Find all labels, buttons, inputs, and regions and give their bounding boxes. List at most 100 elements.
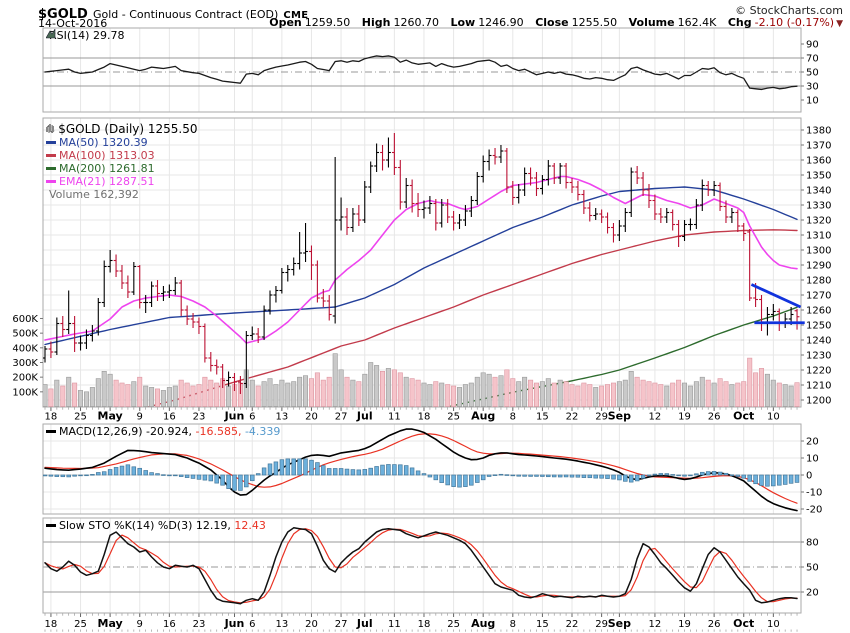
svg-text:18: 18 xyxy=(45,619,58,630)
svg-text:11: 11 xyxy=(388,412,401,423)
svg-text:18: 18 xyxy=(418,619,431,630)
svg-text:10: 10 xyxy=(767,412,780,423)
svg-text:400K: 400K xyxy=(12,343,38,354)
volume-axis-labels: 600K500K400K300K200K100K xyxy=(12,314,43,398)
price-legend-overlay-ma50: MA(50) 1320.39 xyxy=(46,136,198,149)
svg-text:1330: 1330 xyxy=(806,201,831,212)
macd-signal-value: -16.585, xyxy=(192,425,241,438)
svg-text:1340: 1340 xyxy=(806,186,831,197)
close-label: Close xyxy=(535,16,568,29)
svg-text:1200: 1200 xyxy=(806,396,831,407)
chg-label: Chg xyxy=(728,16,752,29)
svg-text:6: 6 xyxy=(249,619,255,630)
rsi-panel: 9070503010 xyxy=(43,28,819,112)
svg-text:600K: 600K xyxy=(12,314,38,325)
stockcharts-chart: 9070503010138013701360135013401330132013… xyxy=(0,0,850,633)
svg-text:19: 19 xyxy=(678,619,691,630)
svg-text:Aug: Aug xyxy=(471,617,495,630)
svg-text:10: 10 xyxy=(806,96,819,107)
svg-text:12: 12 xyxy=(649,619,662,630)
low-label: Low xyxy=(450,16,475,29)
price-legend: ⇅$GOLD (Daily) 1255.50 MA(50) 1320.39MA(… xyxy=(46,123,198,201)
svg-text:1220: 1220 xyxy=(806,366,831,377)
svg-text:9: 9 xyxy=(137,619,143,630)
svg-text:11: 11 xyxy=(388,619,401,630)
open-label: Open xyxy=(269,16,302,29)
sto-legend: Slow STO %K(14) %D(3) 12.19, 12.43 xyxy=(46,519,266,532)
macd-legend-name: MACD(12,26,9) xyxy=(59,425,143,438)
sto-panel: 805020 xyxy=(43,518,819,613)
ema21-line-swatch-icon xyxy=(46,180,56,183)
open-value: 1259.50 xyxy=(305,16,351,29)
svg-text:Aug: Aug xyxy=(471,410,495,423)
svg-text:1380: 1380 xyxy=(806,126,831,137)
chart-canvas: 9070503010138013701360135013401330132013… xyxy=(0,0,850,633)
overlay-legend-rows: MA(50) 1320.39MA(100) 1313.03MA(200) 126… xyxy=(46,136,198,188)
svg-text:May: May xyxy=(98,617,123,630)
svg-text:-10: -10 xyxy=(806,488,822,499)
svg-text:1290: 1290 xyxy=(806,261,831,272)
macd-hist-value: -4.339 xyxy=(241,425,280,438)
svg-text:22: 22 xyxy=(566,412,579,423)
svg-text:12: 12 xyxy=(649,412,662,423)
quote-bar: Open1259.50 High1260.70 Low1246.90 Close… xyxy=(261,16,843,29)
svg-text:25: 25 xyxy=(74,412,87,423)
high-label: High xyxy=(362,16,391,29)
svg-text:May: May xyxy=(98,410,123,423)
svg-text:1280: 1280 xyxy=(806,276,831,287)
svg-text:15: 15 xyxy=(536,619,549,630)
svg-text:20: 20 xyxy=(806,437,819,448)
svg-text:27: 27 xyxy=(335,619,348,630)
svg-text:25: 25 xyxy=(74,619,87,630)
rsi-legend-label: RSI(14) 29.78 xyxy=(49,29,124,42)
svg-text:-20: -20 xyxy=(806,505,822,516)
svg-text:10: 10 xyxy=(806,454,819,465)
svg-text:Sep: Sep xyxy=(608,617,631,630)
svg-text:1250: 1250 xyxy=(806,321,831,332)
svg-text:18: 18 xyxy=(418,412,431,423)
svg-text:1370: 1370 xyxy=(806,141,831,152)
sto-legend-name: Slow STO %K(14) %D(3) xyxy=(59,519,192,532)
svg-text:90: 90 xyxy=(806,40,819,51)
svg-text:Sep: Sep xyxy=(608,410,631,423)
low-value: 1246.90 xyxy=(478,16,524,29)
svg-text:1320: 1320 xyxy=(806,216,831,227)
svg-text:8: 8 xyxy=(510,412,516,423)
ma100-line-swatch-icon xyxy=(46,154,56,157)
svg-text:26: 26 xyxy=(708,412,721,423)
price-legend-overlay-ma200: MA(200) 1261.81 xyxy=(46,162,198,175)
svg-text:18: 18 xyxy=(45,412,58,423)
svg-text:1230: 1230 xyxy=(806,351,831,362)
svg-text:26: 26 xyxy=(708,619,721,630)
close-value: 1255.50 xyxy=(572,16,618,29)
svg-text:Jun: Jun xyxy=(224,617,245,630)
svg-text:1360: 1360 xyxy=(806,156,831,167)
svg-text:500K: 500K xyxy=(12,329,38,340)
price-legend-title-row: ⇅$GOLD (Daily) 1255.50 xyxy=(46,123,198,136)
svg-text:20: 20 xyxy=(305,412,318,423)
volume-legend-row: Volume 162,392 xyxy=(46,188,198,201)
volume-value: 162.4K xyxy=(678,16,717,29)
svg-text:22: 22 xyxy=(566,619,579,630)
svg-text:Oct: Oct xyxy=(733,617,754,630)
svg-text:1240: 1240 xyxy=(806,336,831,347)
svg-text:20: 20 xyxy=(305,619,318,630)
svg-text:200K: 200K xyxy=(12,373,38,384)
price-legend-title: $GOLD (Daily) 1255.50 xyxy=(58,122,197,136)
svg-text:0: 0 xyxy=(806,471,812,482)
svg-text:300K: 300K xyxy=(12,358,38,369)
svg-text:70: 70 xyxy=(806,54,819,65)
sto-line-swatch-icon xyxy=(46,524,56,527)
svg-text:30: 30 xyxy=(806,82,819,93)
svg-text:19: 19 xyxy=(678,412,691,423)
macd-value: -20.924, xyxy=(146,425,192,438)
volume-bars xyxy=(43,354,799,407)
svg-text:1210: 1210 xyxy=(806,381,831,392)
ma50-line-swatch-icon xyxy=(46,141,56,144)
svg-text:20: 20 xyxy=(806,587,819,598)
symbol-description: Gold - Continuous Contract (EOD) xyxy=(93,8,278,21)
svg-text:80: 80 xyxy=(806,538,819,549)
svg-text:25: 25 xyxy=(447,412,460,423)
svg-text:23: 23 xyxy=(193,619,206,630)
volume-legend-label: Volume 162,392 xyxy=(49,188,139,201)
